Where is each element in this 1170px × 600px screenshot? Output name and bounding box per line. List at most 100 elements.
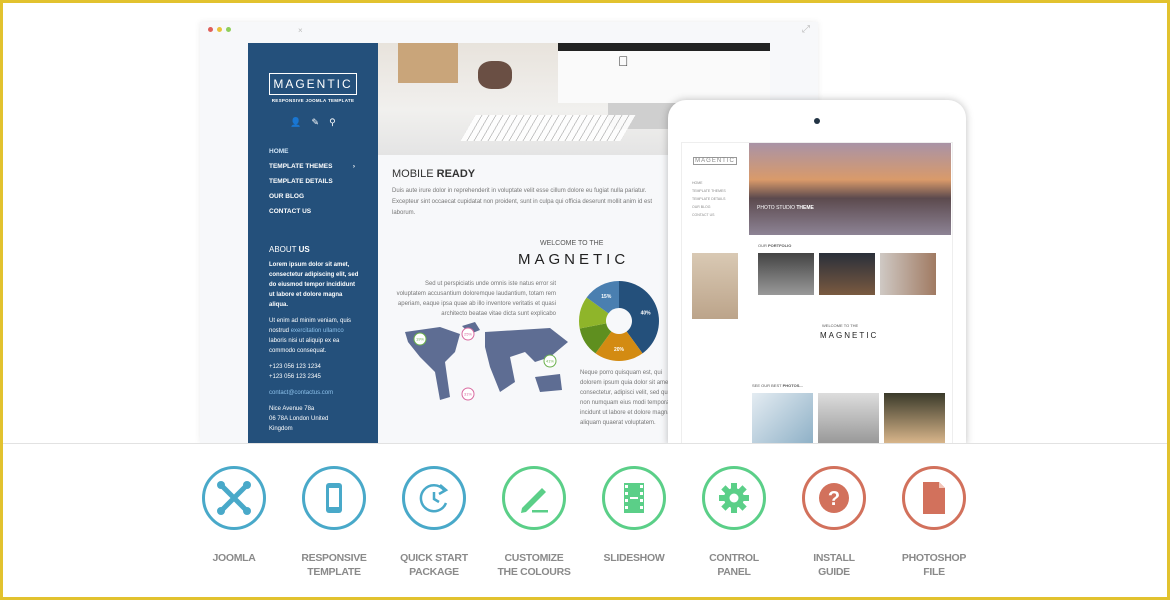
- map-pin-label: 25%: [464, 332, 472, 337]
- window-dot[interactable]: [208, 27, 213, 32]
- site-title: MAGNETIC: [518, 251, 630, 268]
- logo[interactable]: MAGENTIC: [269, 73, 357, 95]
- file-icon: [923, 482, 945, 514]
- gear-icon: [719, 483, 749, 513]
- portfolio-image[interactable]: [880, 253, 936, 295]
- donut-label: 20%: [614, 347, 625, 353]
- tablet-slideshow[interactable]: PHOTO STUDIO THEME: [749, 143, 951, 235]
- joomla-icon: [217, 481, 251, 515]
- photos-heading: SEE OUR BEST PHOTOS...: [752, 383, 803, 388]
- tablet-nav: HOME TEMPLATE THEMES TEMPLATE DETAILS OU…: [692, 179, 748, 219]
- map-pin: 19%: [413, 332, 427, 346]
- map-pin-label: 41%: [546, 359, 554, 364]
- feature-responsive-template[interactable]: RESPONSIVE TEMPLATE: [284, 466, 384, 579]
- nav-our-blog[interactable]: OUR BLOG: [269, 189, 355, 204]
- features-bar: JOOMLA RESPONSIVE TEMPLATE QUICK START PAC…: [0, 443, 1170, 600]
- tablet-nav-item[interactable]: CONTACT US: [692, 211, 748, 219]
- feature-circle[interactable]: [202, 466, 266, 530]
- email-link[interactable]: contact@contactus.com: [269, 388, 361, 398]
- nav-contact-us[interactable]: CONTACT US: [269, 204, 355, 219]
- tablet-screen: MAGENTIC HOME TEMPLATE THEMES TEMPLATE D…: [681, 142, 953, 445]
- donut-label: 40%: [641, 310, 652, 316]
- mobile-ready-text: Duis aute irure dolor in reprehenderit i…: [392, 188, 653, 216]
- feature-label: PHOTOSHOP FILE: [901, 552, 967, 578]
- donut-label: 15%: [601, 294, 612, 300]
- feature-quick-start-package[interactable]: QUICK START PACKAGE: [384, 466, 484, 579]
- tablet-title: MAGNETIC: [820, 331, 879, 340]
- keyboard-image: [460, 115, 636, 141]
- feature-label: CONTROL PANEL: [709, 552, 759, 578]
- tab-close-icon[interactable]: ×: [298, 26, 303, 35]
- feature-circle[interactable]: [902, 466, 966, 530]
- tablet-logo[interactable]: MAGENTIC: [693, 157, 737, 165]
- svg-text:?: ?: [828, 488, 840, 510]
- photo-image[interactable]: [752, 393, 813, 443]
- tablet-nav-item[interactable]: OUR BLOG: [692, 203, 748, 211]
- logo-subtitle: RESPONSIVE JOOMLA TEMPLATE: [271, 98, 355, 103]
- secondary-paragraph: Neque porro quisquam est, qui dolorem ip…: [580, 370, 676, 426]
- world-map: 19% 25% 31% 41%: [405, 322, 568, 401]
- map-pin: 41%: [543, 354, 557, 368]
- photographer-image: [692, 253, 738, 319]
- feature-circle[interactable]: ?: [802, 466, 866, 530]
- portfolio-image[interactable]: [758, 253, 814, 295]
- question-icon: ?: [819, 483, 849, 513]
- film-icon: [624, 483, 644, 513]
- feature-circle[interactable]: [302, 466, 366, 530]
- search-icon[interactable]: ⚲: [329, 117, 336, 128]
- feature-joomla[interactable]: JOOMLA: [184, 466, 284, 565]
- feature-circle[interactable]: [602, 466, 666, 530]
- photo-image[interactable]: [884, 393, 945, 443]
- feature-circle[interactable]: [402, 466, 466, 530]
- mobile-ready-heading: MOBILE READY: [392, 168, 476, 180]
- window-controls[interactable]: [208, 27, 231, 32]
- feature-photoshop-file[interactable]: PHOTOSHOP FILE: [884, 466, 984, 579]
- portfolio-heading: OUR PORTFOLIO: [758, 243, 792, 248]
- feature-label: CUSTOMIZE THE COLOURS: [497, 552, 571, 578]
- feature-label: INSTALL GUIDE: [813, 552, 855, 578]
- feature-slideshow[interactable]: SLIDESHOW: [584, 466, 684, 565]
- map-pin-label: 19%: [416, 337, 424, 342]
- phones: +123 056 123 1234 +123 056 123 2345: [269, 364, 321, 380]
- pencil-icon: [521, 488, 548, 513]
- nav-home[interactable]: HOME: [269, 144, 355, 159]
- sidebar: MAGENTIC RESPONSIVE JOOMLA TEMPLATE 👤 ✎ …: [248, 43, 378, 443]
- user-icon[interactable]: 👤: [290, 117, 301, 128]
- map-pin: 31%: [461, 387, 475, 401]
- feature-label: JOOMLA: [212, 552, 256, 564]
- feature-control-panel[interactable]: CONTROL PANEL: [684, 466, 784, 579]
- feature-circle[interactable]: [502, 466, 566, 530]
- clock-refresh-icon: [419, 483, 449, 513]
- welcome-text: WELCOME TO THE: [540, 240, 604, 247]
- feature-install-guide[interactable]: ? INSTALL GUIDE: [784, 466, 884, 579]
- address: Nice Avenue 78a 06 78A London United Kingd…: [269, 406, 329, 432]
- feature-label: SLIDESHOW: [603, 552, 665, 564]
- tablet-welcome: WELCOME TO THE: [822, 323, 859, 328]
- about-link[interactable]: exercitation ullamco: [291, 328, 344, 334]
- tablet-nav-item[interactable]: TEMPLATE DETAILS: [692, 195, 748, 203]
- portfolio-image[interactable]: [819, 253, 875, 295]
- expand-icon[interactable]: ⤢: [802, 24, 810, 35]
- nav-template-themes[interactable]: TEMPLATE THEMES ›: [269, 159, 355, 174]
- window-dot[interactable]: [226, 27, 231, 32]
- slide-caption: PHOTO STUDIO THEME: [757, 205, 814, 211]
- tablet-nav-item[interactable]: TEMPLATE THEMES: [692, 187, 748, 195]
- apple-logo-icon: : [618, 53, 629, 69]
- nav-template-details[interactable]: TEMPLATE DETAILS: [269, 174, 355, 189]
- tablet-camera: [814, 118, 820, 124]
- about-heading: ABOUT US: [269, 245, 310, 254]
- feature-circle[interactable]: [702, 466, 766, 530]
- smartphone-icon: [326, 483, 342, 513]
- feature-label: QUICK START PACKAGE: [400, 552, 468, 578]
- intro-paragraph: Sed ut perspiciatis unde omnis iste natu…: [396, 281, 556, 317]
- feature-label: RESPONSIVE TEMPLATE: [301, 552, 367, 578]
- chevron-right-icon: ›: [352, 163, 355, 170]
- photo-image[interactable]: [818, 393, 879, 443]
- tablet-nav-item[interactable]: HOME: [692, 179, 748, 187]
- feature-customize-the-colours[interactable]: CUSTOMIZE THE COLOURS: [484, 466, 584, 579]
- pencil-icon[interactable]: ✎: [312, 117, 320, 128]
- window-dot[interactable]: [217, 27, 222, 32]
- tablet-mockup: MAGENTIC HOME TEMPLATE THEMES TEMPLATE D…: [668, 100, 966, 445]
- map-pin: 25%: [461, 327, 475, 341]
- donut-chart: 40% 20% 15%: [579, 281, 659, 361]
